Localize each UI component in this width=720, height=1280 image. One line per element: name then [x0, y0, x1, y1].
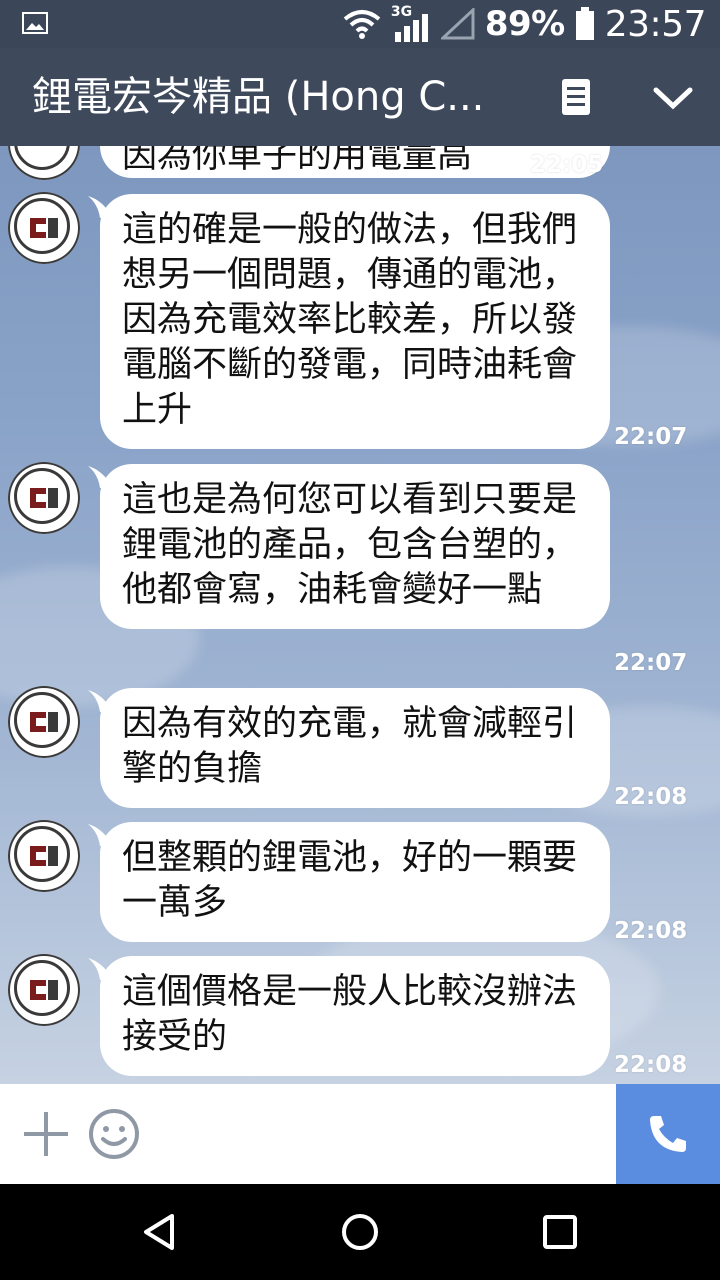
- message-text: 這也是為何您可以看到只要是鋰電池的產品，包含台塑的，他都會寫，油耗會變好一點: [122, 480, 578, 610]
- logo-icon: [24, 702, 64, 742]
- back-icon[interactable]: [140, 1212, 180, 1252]
- message-bubble[interactable]: 這的確是一般的做法，但我們想另一個問題，傳通的電池，因為充電效率比較差，所以發電…: [100, 194, 610, 449]
- message-text: 這的確是一般的做法，但我們想另一個問題，傳通的電池，因為充電效率比較差，所以發電…: [122, 210, 578, 430]
- nav-bar: [0, 1184, 720, 1280]
- signal-empty-icon: [440, 8, 475, 40]
- input-bar: [0, 1084, 720, 1184]
- logo-icon: [24, 208, 64, 248]
- logo-icon: [24, 970, 64, 1010]
- message-time: 22:07: [614, 650, 688, 676]
- home-icon[interactable]: [340, 1212, 380, 1252]
- message-bubble[interactable]: 這也是為何您可以看到只要是鋰電池的產品，包含台塑的，他都會寫，油耗會變好一點: [100, 464, 610, 629]
- message-text: 因為有效的充電，就會減輕引擎的負擔: [122, 704, 578, 789]
- message-bubble[interactable]: 這個價格是一般人比較沒辦法接受的: [100, 956, 610, 1076]
- chat-header: 鋰電宏岑精品 (Hong C...: [0, 48, 720, 146]
- message-time: 22:08: [614, 1052, 688, 1078]
- phone-icon: [650, 1116, 686, 1152]
- message-text: 因為你車子的用電量高: [122, 146, 473, 176]
- chevron-down-icon[interactable]: [652, 84, 694, 112]
- call-button[interactable]: [616, 1084, 720, 1184]
- plus-icon[interactable]: [22, 1110, 70, 1158]
- message-text: 但整顆的鋰電池，好的一顆要一萬多: [122, 838, 578, 923]
- signal-icon: [394, 14, 428, 42]
- image-icon: [22, 12, 48, 34]
- clock: 23:57: [604, 3, 707, 45]
- notes-icon[interactable]: [558, 77, 594, 117]
- avatar[interactable]: [8, 686, 80, 758]
- message-time: 22:08: [614, 918, 688, 944]
- status-bar: 3G 89% 23:57: [0, 0, 720, 48]
- logo-icon: [24, 836, 64, 876]
- avatar[interactable]: [8, 820, 80, 892]
- chat-title[interactable]: 鋰電宏岑精品 (Hong C...: [32, 48, 532, 146]
- recents-icon[interactable]: [540, 1212, 580, 1252]
- emoji-icon[interactable]: [88, 1108, 140, 1160]
- message-time: 22:07: [614, 424, 688, 450]
- message-time: 22:08: [614, 784, 688, 810]
- avatar[interactable]: [8, 146, 80, 180]
- logo-icon: [24, 478, 64, 518]
- avatar[interactable]: [8, 462, 80, 534]
- avatar[interactable]: [8, 192, 80, 264]
- wifi-icon: [343, 10, 381, 39]
- message-text: 這個價格是一般人比較沒辦法接受的: [122, 972, 578, 1057]
- message-time: 22:05: [530, 152, 604, 178]
- battery-percent: 89%: [484, 4, 565, 44]
- message-bubble[interactable]: 因為有效的充電，就會減輕引擎的負擔: [100, 688, 610, 808]
- battery-icon: [575, 7, 594, 40]
- avatar[interactable]: [8, 954, 80, 1026]
- message-bubble[interactable]: 但整顆的鋰電池，好的一顆要一萬多: [100, 822, 610, 942]
- chat-area[interactable]: 因為你車子的用電量高 22:05 這的確是一般的做法，但我們想另一個問題，傳通的…: [0, 146, 720, 1084]
